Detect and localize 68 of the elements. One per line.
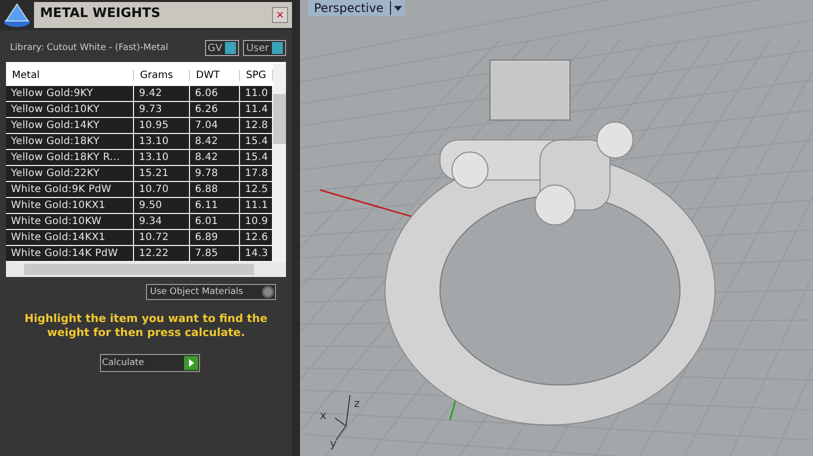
table-cell: 10.95 [134, 118, 190, 134]
table-cell: 6.26 [190, 102, 240, 118]
table-row[interactable]: White Gold:9K PdW 10.70 6.88 12.5 [6, 182, 273, 198]
table-cell: 9.73 [134, 102, 190, 118]
table-row[interactable]: Yellow Gold:9KY 9.42 6.06 11.0 [6, 86, 273, 102]
table-cell: 13.10 [134, 150, 190, 166]
table-cell: 11.4 [240, 102, 273, 118]
table-cell: 15.21 [134, 166, 190, 182]
axis-label: x [320, 410, 327, 421]
axis-label: y [330, 438, 337, 449]
table-cell: 15.4 [240, 134, 273, 150]
table-cell: 12.6 [240, 230, 273, 246]
table-cell: Yellow Gold:18KY R... [6, 150, 134, 166]
table-cell: 11.0 [240, 86, 273, 102]
table-cell: 10.70 [134, 182, 190, 198]
toggle-button[interactable]: GV [204, 40, 240, 56]
table-cell: Yellow Gold:18KY [6, 134, 134, 150]
table-row[interactable]: White Gold:10KW 9.34 6.01 10.9 [6, 214, 273, 230]
table-cell: White Gold:10KW [6, 214, 134, 230]
table-cell: 6.01 [190, 214, 240, 230]
table-cell: 6.06 [190, 86, 240, 102]
table-row[interactable]: Yellow Gold:22KY 15.21 9.78 17.8 [6, 166, 273, 182]
table-cell: 12.8 [240, 118, 273, 134]
axis-label: z [354, 398, 360, 409]
table-cell: Yellow Gold:10KY [6, 102, 134, 118]
column-header[interactable]: Grams [134, 70, 190, 80]
table-cell: 8.42 [190, 150, 240, 166]
table-cell: 12.22 [134, 246, 190, 262]
table-cell: 14.3 [240, 246, 273, 262]
table-row[interactable]: Yellow Gold:18KY 13.10 8.42 15.4 [6, 134, 273, 150]
table-cell: 6.88 [190, 182, 240, 198]
table-cell: White Gold:14K PdW [6, 246, 134, 262]
use-object-materials-option[interactable]: Use Object Materials [146, 284, 276, 300]
table-cell: 9.50 [134, 198, 190, 214]
table-cell: Yellow Gold:9KY [6, 86, 134, 102]
table-cell: 12.5 [240, 182, 273, 198]
table-cell: 8.42 [190, 134, 240, 150]
column-header[interactable]: Metal [6, 70, 134, 80]
table-cell: 7.85 [190, 246, 240, 262]
table-cell: 13.10 [134, 134, 190, 150]
table-row[interactable]: White Gold:10KX1 9.50 6.11 11.1 [6, 198, 273, 214]
table-cell: Yellow Gold:22KY [6, 166, 134, 182]
table-row[interactable]: Yellow Gold:14KY 10.95 7.04 12.8 [6, 118, 273, 134]
table-row[interactable]: White Gold:14K PdW 12.22 7.85 14.3 [6, 246, 273, 262]
table-row[interactable]: Yellow Gold:10KY 9.73 6.26 11.4 [6, 102, 273, 118]
table-cell: 6.89 [190, 230, 240, 246]
table-cell: 10.72 [134, 230, 190, 246]
table-cell: 6.11 [190, 198, 240, 214]
table-cell: White Gold:9K PdW [6, 182, 134, 198]
table-row[interactable]: Yellow Gold:18KY R... 13.10 8.42 15.4 [6, 150, 273, 166]
table-cell: White Gold:14KX1 [6, 230, 134, 246]
table-cell: Yellow Gold:14KY [6, 118, 134, 134]
calculate-button[interactable]: Calculate [100, 354, 200, 372]
table-cell: 9.78 [190, 166, 240, 182]
table-row[interactable]: White Gold:14KX1 10.72 6.89 12.6 [6, 230, 273, 246]
close-button[interactable]: × [272, 7, 288, 23]
table-cell: 9.34 [134, 214, 190, 230]
table-cell: 10.9 [240, 214, 273, 230]
column-header[interactable]: DWT [190, 70, 240, 80]
table-cell: 7.04 [190, 118, 240, 134]
table-cell: 17.8 [240, 166, 273, 182]
table-cell: 9.42 [134, 86, 190, 102]
table-cell: 11.1 [240, 198, 273, 214]
toggle-button[interactable]: User [243, 40, 286, 56]
table-cell: White Gold:10KX1 [6, 198, 134, 214]
library-label: Library: Cutout White - (Fast)-Metal [10, 43, 168, 53]
instruction-text: Highlight the item you want to find the weight for then press calculate. [24, 312, 268, 340]
table-cell: 15.4 [240, 150, 273, 166]
